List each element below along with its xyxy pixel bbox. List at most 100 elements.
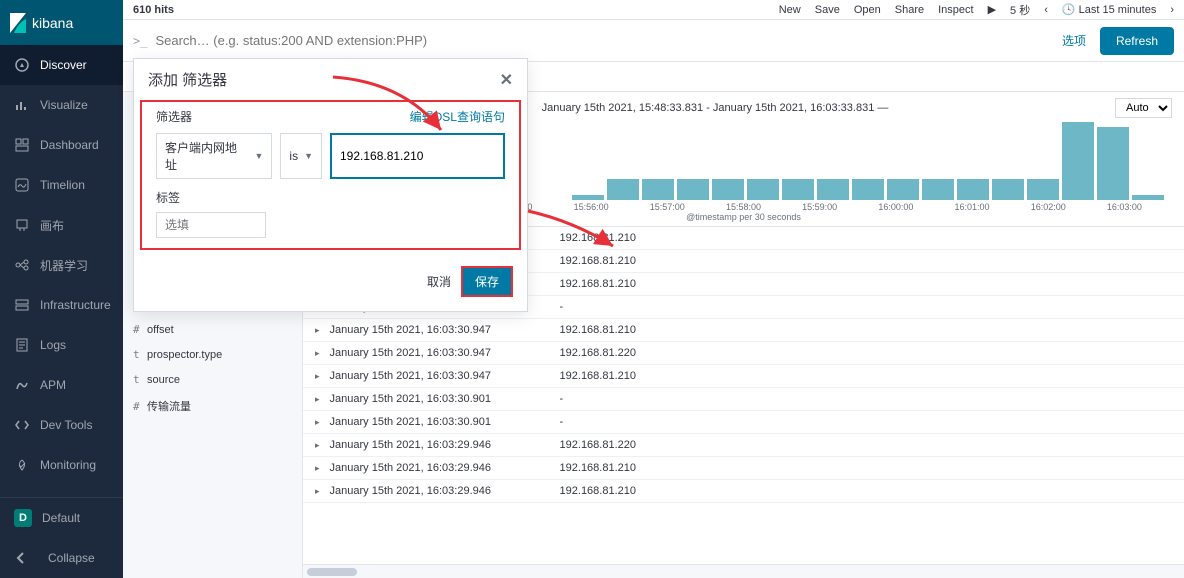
chart-bar[interactable]	[957, 179, 989, 200]
operator-select-value: is	[289, 149, 298, 163]
expand-icon[interactable]: ▸	[315, 325, 320, 336]
nav-item-monitoring[interactable]: Monitoring	[0, 445, 123, 485]
space-default[interactable]: D Default	[0, 498, 123, 538]
xaxis-tick: 16:00:00	[878, 202, 913, 212]
field-select[interactable]: 客户端内网地址 ▼	[156, 133, 272, 179]
nav-item-discover[interactable]: Discover	[0, 45, 123, 85]
horizontal-scrollbar[interactable]	[303, 564, 1184, 578]
refresh-button[interactable]: Refresh	[1100, 27, 1174, 55]
search-wrap: >_	[133, 33, 1048, 48]
chart-bar[interactable]	[677, 179, 709, 200]
field-item[interactable]: #offset	[123, 317, 302, 342]
table-row[interactable]: ▸January 15th 2021, 16:03:30.947192.168.…	[303, 342, 1184, 365]
share-link[interactable]: Share	[895, 4, 924, 16]
chart-bar[interactable]	[782, 179, 814, 200]
expand-icon[interactable]: ▸	[315, 348, 320, 359]
tag-section: 标签	[156, 189, 505, 238]
filter-value-input[interactable]	[330, 133, 505, 179]
nav-item-infrastructure[interactable]: Infrastructure	[0, 285, 123, 325]
table-row[interactable]: ▸January 15th 2021, 16:03:30.947192.168.…	[303, 319, 1184, 342]
logs-icon	[14, 337, 30, 353]
logo-text: kibana	[32, 15, 73, 31]
chart-bar[interactable]	[712, 179, 744, 200]
expand-icon[interactable]: ▸	[315, 394, 320, 405]
chevron-left-icon[interactable]: ‹	[1044, 4, 1048, 16]
chart-bar[interactable]	[1132, 195, 1164, 200]
nav-item-画布[interactable]: 画布	[0, 205, 123, 245]
field-type: t	[133, 348, 147, 361]
chart-bar[interactable]	[1062, 122, 1094, 200]
save-button[interactable]: 保存	[461, 266, 513, 297]
expand-icon[interactable]: ▸	[315, 440, 320, 451]
chart-bar[interactable]	[1027, 179, 1059, 200]
row-source: 192.168.81.210	[560, 324, 636, 336]
collapse-button[interactable]: Collapse	[0, 538, 123, 578]
chart-bar[interactable]	[887, 179, 919, 200]
row-source: 192.168.81.220	[560, 347, 636, 359]
timelion-icon	[14, 177, 30, 193]
kibana-logo[interactable]: kibana	[0, 0, 123, 45]
field-name: 传输流量	[147, 398, 191, 414]
nav-item-apm[interactable]: APM	[0, 365, 123, 405]
table-row[interactable]: ▸January 15th 2021, 16:03:29.946192.168.…	[303, 480, 1184, 503]
close-icon[interactable]: ✕	[500, 70, 513, 90]
chart-bar[interactable]	[642, 179, 674, 200]
chart-bar[interactable]	[1097, 127, 1129, 200]
field-item[interactable]: tprospector.type	[123, 342, 302, 367]
chevron-right-icon[interactable]: ›	[1170, 4, 1174, 16]
chart-bar[interactable]	[607, 179, 639, 200]
chart-bar[interactable]	[572, 195, 604, 200]
nav-item-logs[interactable]: Logs	[0, 325, 123, 365]
timerange[interactable]: 🕓 Last 15 minutes	[1062, 3, 1156, 16]
table-row[interactable]: ▸January 15th 2021, 16:03:30.947192.168.…	[303, 365, 1184, 388]
nav-item-机器学习[interactable]: 机器学习	[0, 245, 123, 285]
chart-bar[interactable]	[817, 179, 849, 200]
interval-select[interactable]: Auto	[1115, 98, 1172, 118]
options-link[interactable]: 选项	[1062, 32, 1086, 49]
row-source: 192.168.81.210	[560, 370, 636, 382]
nav-item-dashboard[interactable]: Dashboard	[0, 125, 123, 165]
inspect-link[interactable]: Inspect	[938, 4, 973, 16]
expand-icon[interactable]: ▸	[315, 463, 320, 474]
table-row[interactable]: ▸January 15th 2021, 16:03:29.946192.168.…	[303, 457, 1184, 480]
new-link[interactable]: New	[779, 4, 801, 16]
search-input[interactable]	[155, 33, 1048, 48]
open-link[interactable]: Open	[854, 4, 881, 16]
table-row[interactable]: ▸January 15th 2021, 16:03:29.946192.168.…	[303, 434, 1184, 457]
field-type: #	[133, 323, 147, 336]
tag-input[interactable]	[156, 212, 266, 238]
add-filter-modal: 添加 筛选器 ✕ 筛选器 编辑DSL查询语句 客户端内网地址 ▼ is ▼	[133, 58, 528, 312]
field-item[interactable]: #传输流量	[123, 392, 302, 420]
expand-icon[interactable]: ▸	[315, 486, 320, 497]
edit-dsl-link[interactable]: 编辑DSL查询语句	[410, 108, 505, 125]
nav-label: Monitoring	[40, 458, 96, 472]
play-icon[interactable]: ▶	[988, 3, 996, 16]
nav-item-visualize[interactable]: Visualize	[0, 85, 123, 125]
chart-bar[interactable]	[852, 179, 884, 200]
filter-controls: 客户端内网地址 ▼ is ▼	[156, 133, 505, 179]
space-badge: D	[14, 509, 32, 527]
row-time: January 15th 2021, 16:03:30.901	[330, 416, 560, 428]
nav-item-timelion[interactable]: Timelion	[0, 165, 123, 205]
xaxis-tick: 16:01:00	[955, 202, 990, 212]
row-source: -	[560, 416, 564, 428]
field-item[interactable]: tsource	[123, 367, 302, 392]
chart-bar[interactable]	[992, 179, 1024, 200]
infra-icon	[14, 297, 30, 313]
save-link[interactable]: Save	[815, 4, 840, 16]
chart-bar[interactable]	[922, 179, 954, 200]
nav-list: DiscoverVisualizeDashboardTimelion画布机器学习…	[0, 45, 123, 497]
refresh-interval[interactable]: 5 秒	[1010, 2, 1030, 18]
field-name: prospector.type	[147, 349, 222, 361]
operator-select[interactable]: is ▼	[280, 133, 322, 179]
expand-icon[interactable]: ▸	[315, 417, 320, 428]
table-row[interactable]: ▸January 15th 2021, 16:03:30.901-	[303, 388, 1184, 411]
expand-icon[interactable]: ▸	[315, 371, 320, 382]
table-row[interactable]: ▸ January 15th 2021, 16:03:30.901-	[303, 411, 1184, 434]
row-source: 192.168.81.210	[560, 232, 636, 244]
chart-bar[interactable]	[747, 179, 779, 200]
monitor-icon	[14, 457, 30, 473]
cancel-button[interactable]: 取消	[427, 273, 451, 290]
nav-item-management[interactable]: Management	[0, 485, 123, 497]
nav-item-dev-tools[interactable]: Dev Tools	[0, 405, 123, 445]
